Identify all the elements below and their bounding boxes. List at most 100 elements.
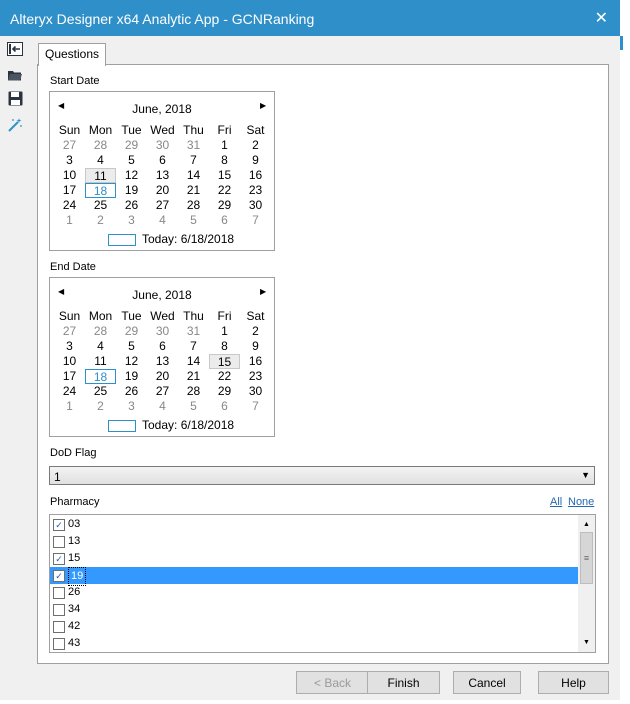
tab-questions[interactable]: Questions	[38, 43, 106, 66]
calendar-day[interactable]: 20	[147, 183, 178, 198]
calendar-day[interactable]: 15	[209, 168, 240, 183]
calendar-day[interactable]: 15	[209, 354, 240, 369]
calendar-day[interactable]: 27	[54, 324, 85, 339]
calendar-day[interactable]: 5	[178, 213, 209, 228]
calendar-day[interactable]: 26	[116, 384, 147, 399]
end-date-calendar[interactable]: ◀ June, 2018 ▶ Sun Mon Tue Wed Thu Fri Sat 27 28…	[49, 277, 275, 437]
calendar-day[interactable]: 3	[116, 399, 147, 414]
next-month-icon[interactable]: ▶	[260, 101, 266, 110]
checkbox[interactable]: ✓	[53, 553, 65, 565]
chevron-down-icon[interactable]: ▼	[581, 470, 590, 480]
scroll-down-icon[interactable]: ▼	[578, 635, 595, 650]
calendar-day[interactable]: 3	[54, 153, 85, 168]
calendar-day[interactable]: 27	[147, 384, 178, 399]
calendar-day[interactable]: 26	[116, 198, 147, 213]
calendar-day[interactable]: 31	[178, 324, 209, 339]
select-none-link[interactable]: None	[568, 496, 594, 508]
calendar-day[interactable]: 10	[54, 354, 85, 369]
calendar-day[interactable]: 6	[147, 339, 178, 354]
checkbox[interactable]	[53, 587, 65, 599]
scroll-thumb[interactable]: ≡	[580, 532, 593, 584]
calendar-day[interactable]: 16	[240, 354, 271, 369]
calendar-day[interactable]: 8	[209, 153, 240, 168]
calendar-day[interactable]: 7	[178, 339, 209, 354]
calendar-day[interactable]: 29	[209, 384, 240, 399]
calendar-day[interactable]: 18	[85, 369, 116, 384]
back-button[interactable]: < Back	[296, 671, 369, 694]
calendar-day[interactable]: 3	[54, 339, 85, 354]
calendar-day[interactable]: 28	[85, 324, 116, 339]
list-item[interactable]: 34	[50, 601, 579, 618]
calendar-day[interactable]: 24	[54, 198, 85, 213]
calendar-day[interactable]: 2	[85, 399, 116, 414]
calendar-day[interactable]: 6	[209, 399, 240, 414]
checkbox[interactable]	[53, 638, 65, 650]
calendar-day[interactable]: 14	[178, 168, 209, 183]
today-link[interactable]: Today: 6/18/2018	[108, 232, 234, 246]
calendar-day[interactable]: 22	[209, 369, 240, 384]
calendar-day[interactable]: 10	[54, 168, 85, 183]
select-all-link[interactable]: All	[550, 496, 562, 508]
close-icon[interactable]: ✕	[595, 8, 608, 28]
calendar-day[interactable]: 6	[147, 153, 178, 168]
calendar-day[interactable]: 21	[178, 183, 209, 198]
list-item[interactable]: ✓ 15	[50, 550, 579, 567]
checkbox[interactable]	[53, 604, 65, 616]
calendar-day[interactable]: 7	[240, 213, 271, 228]
next-month-icon[interactable]: ▶	[260, 287, 266, 296]
calendar-day[interactable]: 4	[85, 339, 116, 354]
list-scrollbar[interactable]: ▲ ≡ ▼	[578, 515, 595, 652]
calendar-day[interactable]: 3	[116, 213, 147, 228]
dod-flag-select[interactable]: 1 ▼	[49, 466, 595, 485]
calendar-day[interactable]: 23	[240, 369, 271, 384]
calendar-day[interactable]: 30	[147, 324, 178, 339]
calendar-day[interactable]: 1	[54, 399, 85, 414]
calendar-day[interactable]: 1	[54, 213, 85, 228]
collapse-icon[interactable]	[5, 39, 25, 59]
calendar-day[interactable]: 28	[85, 138, 116, 153]
calendar-day[interactable]: 5	[116, 339, 147, 354]
calendar-day[interactable]: 19	[116, 369, 147, 384]
calendar-day[interactable]: 5	[178, 399, 209, 414]
calendar-day[interactable]: 11	[85, 168, 116, 183]
save-icon[interactable]	[5, 88, 25, 108]
calendar-day[interactable]: 30	[147, 138, 178, 153]
calendar-day[interactable]: 30	[240, 384, 271, 399]
today-link[interactable]: Today: 6/18/2018	[108, 418, 234, 432]
calendar-day[interactable]: 13	[147, 354, 178, 369]
list-item[interactable]: 42	[50, 618, 579, 635]
calendar-day[interactable]: 18	[85, 183, 116, 198]
calendar-day[interactable]: 25	[85, 384, 116, 399]
calendar-day[interactable]: 17	[54, 369, 85, 384]
calendar-day[interactable]: 25	[85, 198, 116, 213]
scroll-up-icon[interactable]: ▲	[578, 517, 595, 532]
calendar-day[interactable]: 24	[54, 384, 85, 399]
calendar-day[interactable]: 27	[54, 138, 85, 153]
list-item[interactable]: 26	[50, 584, 579, 601]
calendar-day[interactable]: 17	[54, 183, 85, 198]
calendar-day[interactable]: 19	[116, 183, 147, 198]
checkbox[interactable]	[53, 536, 65, 548]
open-folder-icon[interactable]	[5, 65, 25, 85]
list-item[interactable]: ✓ 03	[50, 516, 579, 533]
finish-button[interactable]: Finish	[367, 671, 440, 694]
calendar-day[interactable]: 30	[240, 198, 271, 213]
calendar-day[interactable]: 21	[178, 369, 209, 384]
help-button[interactable]: Help	[538, 671, 609, 694]
calendar-day[interactable]: 12	[116, 354, 147, 369]
calendar-day[interactable]: 2	[240, 138, 271, 153]
calendar-day[interactable]: 29	[116, 324, 147, 339]
calendar-day[interactable]: 9	[240, 339, 271, 354]
calendar-day[interactable]: 2	[85, 213, 116, 228]
calendar-day[interactable]: 1	[209, 324, 240, 339]
calendar-day[interactable]: 23	[240, 183, 271, 198]
calendar-day[interactable]: 27	[147, 198, 178, 213]
calendar-day[interactable]: 7	[178, 153, 209, 168]
calendar-day[interactable]: 13	[147, 168, 178, 183]
calendar-day[interactable]: 8	[209, 339, 240, 354]
calendar-day[interactable]: 28	[178, 198, 209, 213]
calendar-day[interactable]: 29	[116, 138, 147, 153]
cancel-button[interactable]: Cancel	[453, 671, 521, 694]
calendar-day[interactable]: 20	[147, 369, 178, 384]
calendar-day[interactable]: 12	[116, 168, 147, 183]
